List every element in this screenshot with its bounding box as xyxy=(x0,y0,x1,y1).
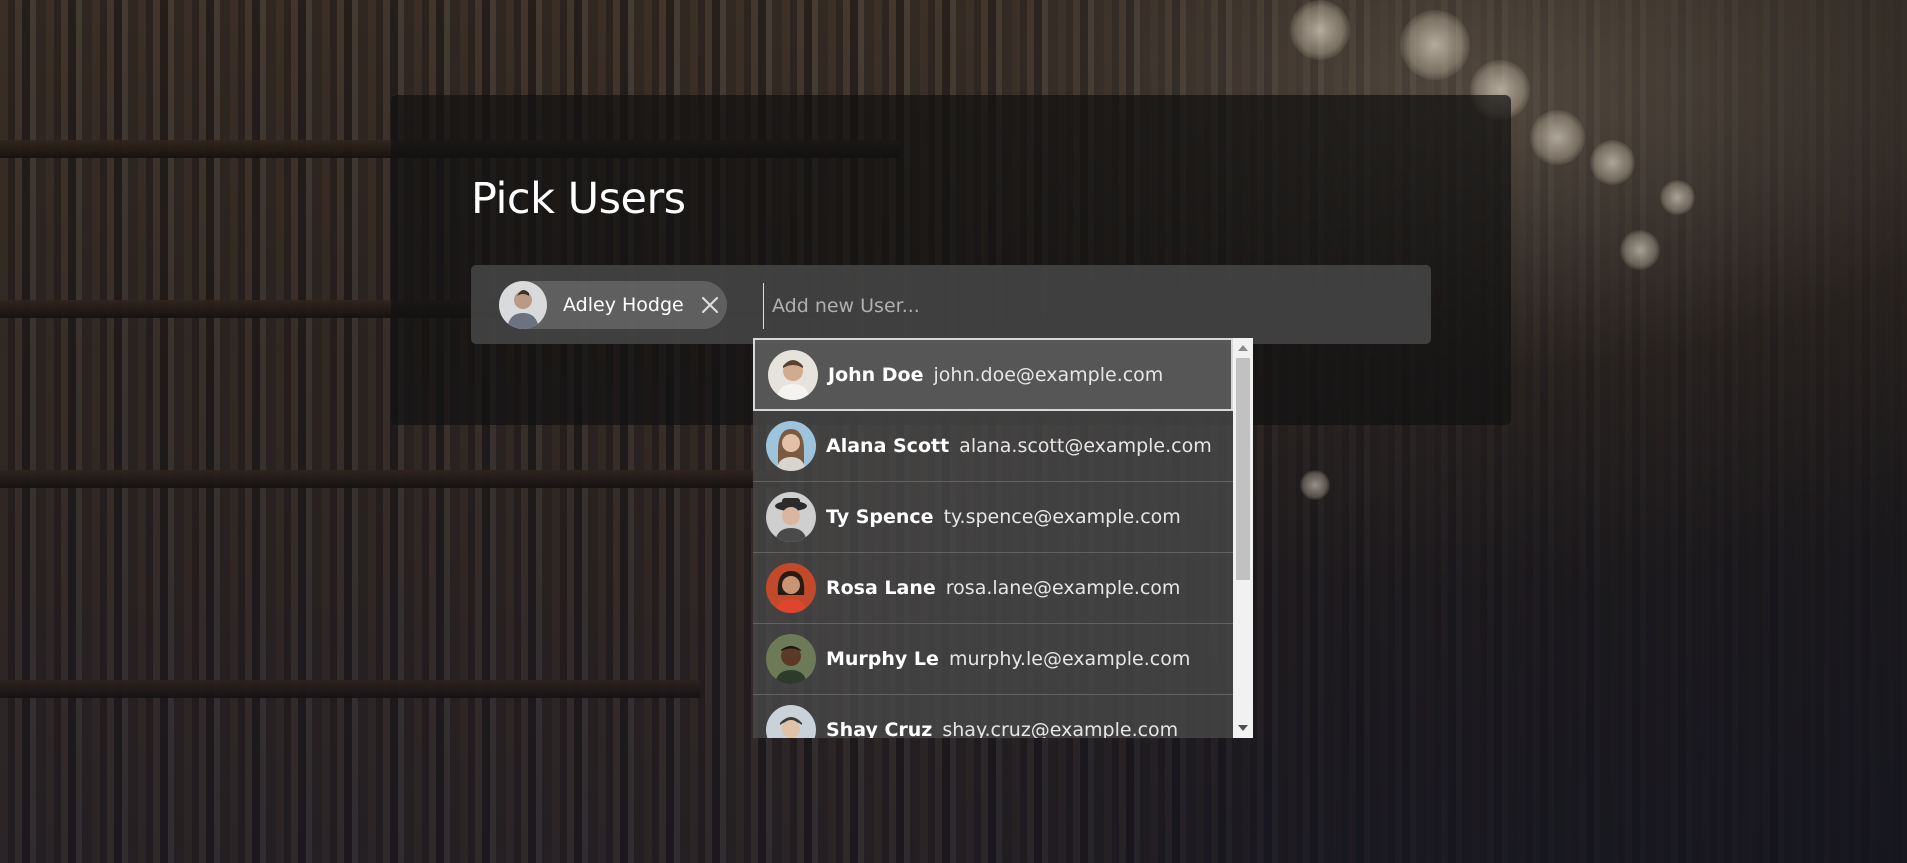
user-avatar-icon xyxy=(766,492,816,542)
avatar xyxy=(766,705,816,738)
suggestion-name: Alana Scott xyxy=(826,435,950,457)
avatar xyxy=(766,563,816,613)
suggestion-email: shay.cruz@example.com xyxy=(942,719,1179,738)
suggestion-item-shay-cruz[interactable]: Shay Cruz shay.cruz@example.com xyxy=(753,695,1233,738)
selected-user-chip: Adley Hodge xyxy=(499,281,727,329)
suggestion-item-ty-spence[interactable]: Ty Spence ty.spence@example.com xyxy=(753,482,1233,553)
close-icon[interactable] xyxy=(698,293,722,317)
page-title: Pick Users xyxy=(471,174,686,224)
avatar xyxy=(768,349,818,400)
suggestion-email: ty.spence@example.com xyxy=(943,506,1181,528)
user-picker-field[interactable]: Adley Hodge xyxy=(471,265,1431,344)
user-suggestions-dropdown[interactable]: John Doe john.doe@example.com Alana Scot… xyxy=(753,338,1253,738)
user-avatar-icon xyxy=(766,705,816,738)
scroll-up-arrow-icon[interactable] xyxy=(1233,339,1253,357)
user-avatar-icon xyxy=(768,349,818,400)
suggestion-name: Shay Cruz xyxy=(826,719,933,738)
suggestion-email: rosa.lane@example.com xyxy=(945,577,1181,599)
suggestions-list: John Doe john.doe@example.com Alana Scot… xyxy=(753,338,1233,738)
user-avatar-icon xyxy=(499,281,547,329)
scrollbar-thumb[interactable] xyxy=(1236,358,1250,580)
suggestion-email: alana.scott@example.com xyxy=(959,435,1212,457)
avatar xyxy=(766,634,816,684)
suggestion-item-rosa-lane[interactable]: Rosa Lane rosa.lane@example.com xyxy=(753,553,1233,624)
suggestion-name: Murphy Le xyxy=(826,648,939,670)
scroll-down-arrow-icon[interactable] xyxy=(1233,719,1253,737)
user-avatar-icon xyxy=(766,563,816,613)
add-user-input[interactable] xyxy=(763,283,1414,329)
suggestion-item-john-doe[interactable]: John Doe john.doe@example.com xyxy=(753,338,1233,411)
avatar xyxy=(766,492,816,542)
avatar xyxy=(499,281,547,329)
selected-user-name: Adley Hodge xyxy=(563,294,684,316)
suggestion-email: john.doe@example.com xyxy=(933,363,1164,386)
suggestion-name: Ty Spence xyxy=(826,506,934,528)
user-avatar-icon xyxy=(766,421,816,471)
avatar xyxy=(766,421,816,471)
dropdown-scrollbar[interactable] xyxy=(1233,338,1253,738)
suggestion-item-murphy-le[interactable]: Murphy Le murphy.le@example.com xyxy=(753,624,1233,695)
suggestion-email: murphy.le@example.com xyxy=(948,648,1191,670)
suggestion-name: John Doe xyxy=(828,363,924,386)
suggestion-item-alana-scott[interactable]: Alana Scott alana.scott@example.com xyxy=(753,411,1233,482)
user-avatar-icon xyxy=(766,634,816,684)
suggestion-name: Rosa Lane xyxy=(826,577,936,599)
